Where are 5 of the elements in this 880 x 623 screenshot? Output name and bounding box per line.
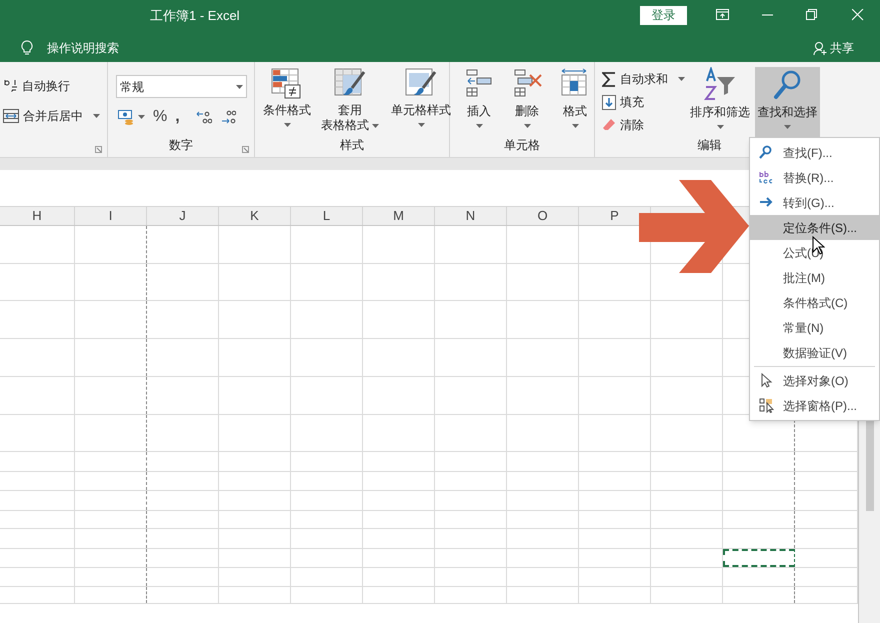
group-label: 单元格 <box>504 137 540 154</box>
group-label: 数字 <box>169 137 193 154</box>
window-title: 工作簿1 - Excel <box>150 7 240 25</box>
group-label: 编辑 <box>698 137 722 154</box>
group-label: 样式 <box>340 137 364 154</box>
